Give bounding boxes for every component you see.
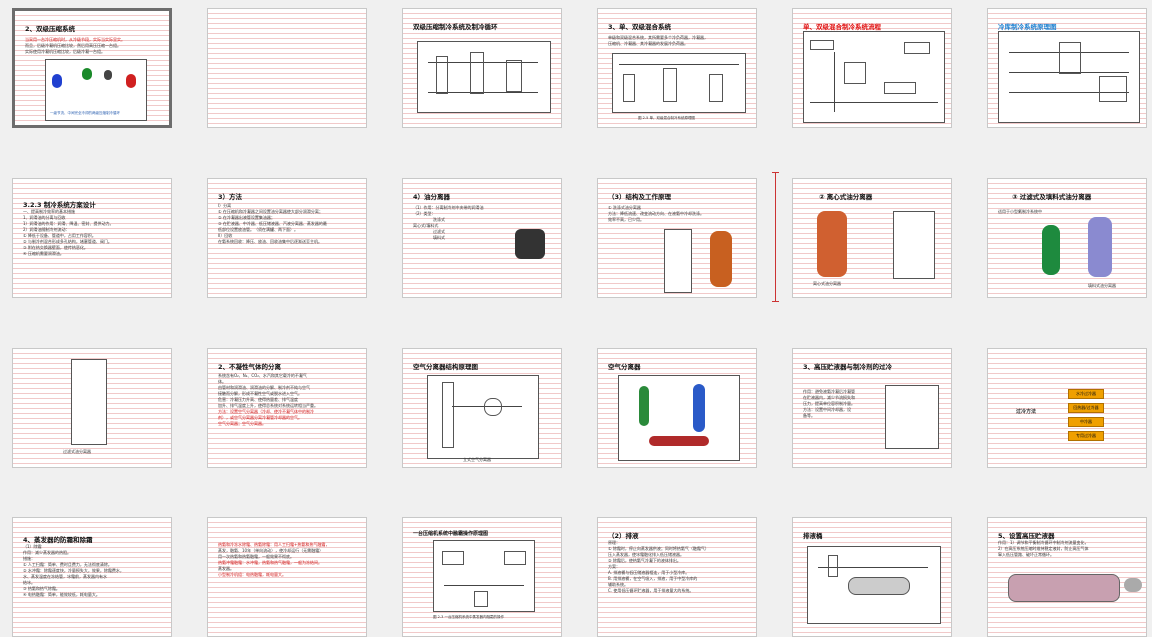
slide-title: 排液桶 <box>803 532 823 540</box>
slide-title: 2、双级压缩系统 <box>25 25 76 33</box>
subcooling-option: 专用过冷器 <box>1068 431 1104 441</box>
slide-thumbnail-18[interactable]: 过冷方法 水冷过冷器 回热器/过冷器 中冷器 专用过冷器 <box>987 348 1147 468</box>
centrifugal-separator-drawing <box>893 211 935 279</box>
slide-title: 空气分离器 <box>608 363 641 371</box>
slide-body: 系统含有O₂、N₂、CO₂、水汽和其它载冷的不凝气 体。 由管材和润滑油、润滑油… <box>218 373 318 426</box>
figure-caption: 图 2-3 一台压缩机系统中蒸发器内融霜的操作 <box>433 615 504 619</box>
separator-cutaway-figure <box>710 231 732 287</box>
subcooler-figure <box>885 385 939 449</box>
slide-title: 3.2.3 制冷系统方案设计 <box>23 201 96 209</box>
slide-title: 单、双级混合制冷系统流程 <box>803 23 881 31</box>
high-pressure-receiver-figure <box>1008 574 1120 602</box>
oil-separator-photo <box>515 229 545 259</box>
washing-separator-figure <box>664 229 692 293</box>
centrifugal-separator-figure <box>817 211 847 277</box>
air-separator-figure <box>427 375 539 459</box>
subcooling-option: 回热器/过冷器 <box>1068 403 1104 413</box>
slide-title: （3）结构及工作原理 <box>608 193 672 201</box>
slide-body: 单级和双级混合系统，其所需要多个冷负荷器，冷凝器， 压缩机、冷凝器、其冷凝器的发… <box>608 35 708 46</box>
cold-storage-schematic-figure <box>998 31 1140 123</box>
slide-title: 一台压缩机系统中融霜操作原理图 <box>413 531 489 537</box>
slide-thumbnail-21[interactable]: 一台压缩机系统中融霜操作原理图 图 2-3 一台压缩机系统中蒸发器内融霜的操作 <box>402 517 562 637</box>
slide-thumbnail-11[interactable]: ② 离心式油分离器 离心式油分离器 <box>792 178 952 298</box>
packed-separator-cutaway <box>1088 217 1112 277</box>
slide-title: 双级压缩制冷系统及制冷循环 <box>413 23 498 31</box>
slide-title: 4、蒸发器的防霜和除霜 <box>23 536 93 544</box>
slide-title: 冷库制冷系统原理图 <box>998 23 1057 31</box>
slide-thumbnail-20[interactable]: 热氨和冷冻水除霜、热氨除霜：用人工扫霜+热氨和热气融霜， 蒸发，融氨、10年（单… <box>207 517 367 637</box>
air-separator-system-figure <box>618 375 740 461</box>
slide-title: 2、不凝性气体的分离 <box>218 363 282 371</box>
slide-thumbnail-19[interactable]: 4、蒸发器的防霜和除霜 （1）除霜 作用：减少蒸发器的热阻。 措施： ① 人工扫… <box>12 517 172 637</box>
filter-separator-photo <box>1042 225 1060 275</box>
slide-title: 4）油分离器 <box>413 193 451 201</box>
slide-thumbnail-24[interactable]: 5、设置高压贮液器 作用：1）调节和平衡制冷循环中制冷剂流量变化， 2）在高压系… <box>987 517 1147 637</box>
subcooling-option: 水冷过冷器 <box>1068 389 1104 399</box>
slide-thumbnail-10[interactable]: （3）结构及工作原理 ① 洗涤式油分离器 方法：降低流速、改变流动方向、在液氨中… <box>597 178 757 298</box>
slide-thumbnail-12[interactable]: ③ 过滤式及填料式油分离器 适用于小型氟制冷系统中 填料式油分离器 <box>987 178 1147 298</box>
slide-title: 3）方法 <box>218 193 243 201</box>
figure-caption: 一级节流、中间完全冷却的两级压缩制冷循环 <box>50 111 120 115</box>
slide-thumbnail-14[interactable]: 2、不凝性气体的分离 系统含有O₂、N₂、CO₂、水汽和其它载冷的不凝气 体。 … <box>207 348 367 468</box>
slide-title: 3、高压贮液器与制冷剂的过冷 <box>803 363 893 371</box>
slide-thumbnail-7[interactable]: 3.2.3 制冷系统方案设计 一、提高制冷效率的基本措施 1、润滑油的分离与回收… <box>12 178 172 298</box>
slide-thumbnail-22[interactable]: （2）排液 原理： ① 除霜时，停止向蒸发器供液；同时将热氨气（融霜气） 压入蒸… <box>597 517 757 637</box>
receiver-photo <box>1124 578 1142 592</box>
figure-caption: 立式空气分离器 <box>463 457 491 462</box>
slide-body: ① 洗涤式油分离器 方法：降低流速、改变流动方向、在液氨中冷却洗涤。 效率不高，… <box>608 205 704 222</box>
insertion-marker <box>772 172 779 302</box>
slide-thumbnail-16[interactable]: 空气分离器 <box>597 348 757 468</box>
slide-body: 一、提高制冷效率的基本措施 1、润滑油的分离与回收 1）润滑油的作用：润滑、降温… <box>23 209 114 256</box>
slide-thumbnail-3[interactable]: 双级压缩制冷系统及制冷循环 <box>402 8 562 128</box>
slide-body: （1）除霜 作用：减少蒸发器的热阻。 措施： ① 人工扫霜：简单、费时且费力，无… <box>23 544 124 597</box>
slide-thumbnail-13[interactable]: 过滤式油分离器 <box>12 348 172 468</box>
filter-separator-figure <box>71 359 107 445</box>
slide-thumbnail-2[interactable] <box>207 8 367 128</box>
slide-thumbnail-1[interactable]: 2、双级压缩系统 当采用一台冷压缩机时，从冷级节段，实际当实际显实。 而且，后级… <box>12 8 172 128</box>
slide-title: ② 离心式油分离器 <box>819 193 873 201</box>
slide-title: 3、单、双级混合系统 <box>608 23 672 31</box>
flow-diagram-figure <box>803 31 945 123</box>
slide-sorter: 2、双级压缩系统 当采用一台冷压缩机时，从冷级节段，实际当实际显实。 而且，后级… <box>0 0 1152 637</box>
slide-thumbnail-4[interactable]: 3、单、双级混合系统 单级和双级混合系统，其所需要多个冷负荷器，冷凝器， 压缩机… <box>597 8 757 128</box>
slide-body: 作用：1）调节和平衡制冷循环中制冷剂流量变化， 2）在高压系统压缩时维持稳定液封… <box>998 540 1089 557</box>
slide-thumbnail-17[interactable]: 3、高压贮液器与制冷剂的过冷 作用：避免液氨冷凝后冷凝管 在贮液器内，减少节流损… <box>792 348 952 468</box>
slide-thumbnail-9[interactable]: 4）油分离器 （1）作用：分离制冷剂中夹带的润滑油 （2）类型： 洗涤式 离心式… <box>402 178 562 298</box>
slide-thumbnail-23[interactable]: 排液桶 <box>792 517 952 637</box>
figure-caption: 过滤式油分离器 <box>63 449 91 454</box>
slide-body: 当采用一台冷压缩机时，从冷级节段，实际当实际显实。 而且，后级冷凝机压缩比较，然… <box>25 37 125 54</box>
slide-thumbnail-8[interactable]: 3）方法 I）分离 ① 在压缩机和冷凝器之间设置油分离器使大部分润滑分离； ② … <box>207 178 367 298</box>
figure-caption: 填料式油分离器 <box>1088 283 1116 288</box>
slide-body: 热氨和冷冻水除霜、热氨除霜：用人工扫霜+热氨和热气融霜， 蒸发，融氨、10年（单… <box>218 542 330 577</box>
cycle-diagram-figure: 一级节流、中间完全冷却的两级压缩制冷循环 <box>45 59 147 121</box>
slide-thumbnail-6[interactable]: 冷库制冷系统原理图 <box>987 8 1147 128</box>
slide-thumbnail-5[interactable]: 单、双级混合制冷系统流程 <box>792 8 952 128</box>
refrigeration-cycle-figure <box>417 41 551 113</box>
slide-body: 适用于小型氟制冷系统中 <box>998 209 1042 214</box>
slide-title: 5、设置高压贮液器 <box>998 532 1055 540</box>
slide-thumbnail-15[interactable]: 空气分离器结构原理图 立式空气分离器 <box>402 348 562 468</box>
slide-title: ③ 过滤式及填料式油分离器 <box>1012 193 1092 201</box>
mixed-system-figure <box>612 53 746 113</box>
slide-title: （2）排液 <box>608 532 639 540</box>
figure-caption: 图 2-5 单、双级混合制冷系统原理图 <box>638 116 695 120</box>
slide-title: 空气分离器结构原理图 <box>413 363 478 371</box>
slide-body: I）分离 ① 在压缩机和冷凝器之间设置油分离器使大部分润滑分离； ② 在冷凝器出… <box>218 203 327 244</box>
figure-caption: 离心式油分离器 <box>813 281 841 286</box>
subcooling-option: 中冷器 <box>1068 417 1104 427</box>
defrost-schematic-figure <box>433 540 535 612</box>
slide-body: 原理： ① 除霜时，停止向蒸发器供液；同时将热氨气（融霜气） 压入蒸发器，使冰霜… <box>608 540 709 593</box>
drain-tank-figure <box>807 546 941 624</box>
